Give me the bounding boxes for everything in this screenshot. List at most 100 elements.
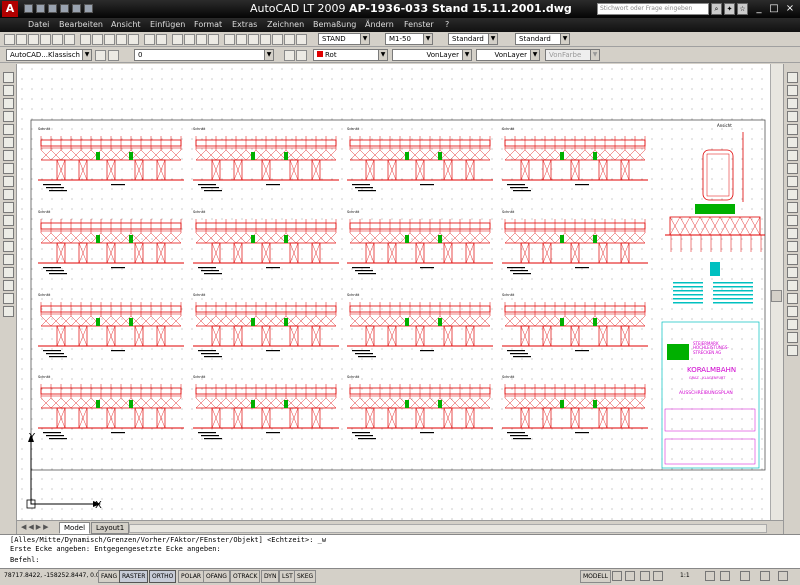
menu-item-8[interactable]: Ändern <box>365 20 394 29</box>
lock-icon[interactable] <box>740 571 750 581</box>
break-at-point-icon[interactable] <box>787 215 798 226</box>
status-tray-settings-icon[interactable] <box>760 571 770 581</box>
chamfer-icon[interactable] <box>787 254 798 265</box>
copy-object-icon[interactable] <box>787 85 798 96</box>
make-current-layer-icon[interactable] <box>284 50 295 61</box>
status-toggle-polar[interactable]: POLAR <box>178 570 205 583</box>
minimize-button[interactable]: _ <box>752 2 766 15</box>
help-icon[interactable] <box>296 34 307 45</box>
menu-item-5[interactable]: Extras <box>232 20 257 29</box>
favorites-icon[interactable]: ☆ <box>737 3 748 15</box>
zoom-window-icon[interactable] <box>196 34 207 45</box>
publish-icon[interactable] <box>64 34 75 45</box>
tab-nav-arrows-icon[interactable]: ◀◀▶▶ <box>21 523 51 531</box>
tab-layout1[interactable]: Layout1 <box>91 522 130 534</box>
menu-item-9[interactable]: Fenster <box>404 20 434 29</box>
ellipse-icon[interactable] <box>3 189 14 200</box>
multileader-style-dropdown[interactable]: Standard ▼ <box>515 33 570 45</box>
stretch-icon[interactable] <box>787 176 798 187</box>
quick-view-layouts-icon[interactable] <box>612 571 622 581</box>
extend-icon[interactable] <box>787 202 798 213</box>
tool-palettes-icon[interactable] <box>248 34 259 45</box>
annotation-scale[interactable]: 1:1 <box>680 572 690 579</box>
status-toggle-ortho[interactable]: ORTHO <box>149 570 177 583</box>
markup-icon[interactable] <box>272 34 283 45</box>
dim-aligned-icon[interactable] <box>787 306 798 317</box>
rotate-icon[interactable] <box>787 150 798 161</box>
hatch-icon[interactable] <box>3 254 14 265</box>
plot-icon[interactable] <box>40 34 51 45</box>
menu-item-0[interactable]: Datei <box>28 20 49 29</box>
color-dropdown[interactable]: Rot ▼ <box>313 49 388 61</box>
region-icon[interactable] <box>3 280 14 291</box>
move-icon[interactable] <box>787 137 798 148</box>
trim-icon[interactable] <box>787 189 798 200</box>
plot-preview-icon[interactable] <box>52 34 63 45</box>
copy-icon[interactable] <box>92 34 103 45</box>
command-prompt[interactable]: Befehl: <box>10 556 790 565</box>
menu-item-2[interactable]: Ansicht <box>111 20 141 29</box>
redo-icon[interactable] <box>84 4 93 13</box>
menu-item-4[interactable]: Format <box>194 20 222 29</box>
menu-item-7[interactable]: Bemaßung <box>313 20 356 29</box>
explode-icon[interactable] <box>787 280 798 291</box>
rectangle-icon[interactable] <box>3 124 14 135</box>
insert-block-icon[interactable] <box>3 215 14 226</box>
horizontal-scrollbar[interactable] <box>129 524 767 533</box>
help-search-input[interactable]: Stichwort oder Frage eingeben <box>597 3 709 15</box>
menu-item-6[interactable]: Zeichnen <box>267 20 304 29</box>
text-style-dropdown[interactable]: STAND ▼ <box>318 33 370 45</box>
status-toggle-fang[interactable]: FANG <box>98 570 121 583</box>
menu-item-3[interactable]: Einfügen <box>150 20 185 29</box>
sheet-set-icon[interactable] <box>260 34 271 45</box>
maximize-button[interactable]: □ <box>767 2 781 15</box>
pan-icon[interactable] <box>172 34 183 45</box>
block-editor-icon[interactable] <box>128 34 139 45</box>
ellipse-arc-icon[interactable] <box>3 202 14 213</box>
layer-previous-icon[interactable] <box>296 50 307 61</box>
drawing-canvas[interactable]: Schnitt Schnitt Schnitt Schnitt Schnitt Schni… <box>17 64 770 520</box>
close-button[interactable]: × <box>783 2 797 15</box>
dim-style-dropdown[interactable]: M1-50 ▼ <box>385 33 433 45</box>
table-style-dropdown[interactable]: Standard ▼ <box>448 33 498 45</box>
workspace-switch-icon[interactable] <box>720 571 730 581</box>
model-space-button[interactable]: MODELL <box>580 570 611 583</box>
undo-icon[interactable] <box>72 4 81 13</box>
undo-tool-icon[interactable] <box>144 34 155 45</box>
status-toggle-dyn[interactable]: DYN <box>261 570 280 583</box>
pan-status-icon[interactable] <box>640 571 650 581</box>
match-properties-icon[interactable] <box>116 34 127 45</box>
workspace-settings-icon[interactable] <box>95 50 106 61</box>
menu-item-1[interactable]: Bearbeiten <box>59 20 103 29</box>
print-icon[interactable] <box>60 4 69 13</box>
break-icon[interactable] <box>787 228 798 239</box>
revision-cloud-icon[interactable] <box>3 163 14 174</box>
zoom-previous-icon[interactable] <box>208 34 219 45</box>
search-icon[interactable]: ⌕ <box>711 3 722 15</box>
linetype-dropdown[interactable]: VonLayer ▼ <box>392 49 472 61</box>
calculator-icon[interactable] <box>284 34 295 45</box>
open-file-icon[interactable] <box>36 4 45 13</box>
tab-model[interactable]: Model <box>59 522 91 534</box>
table-icon[interactable] <box>3 293 14 304</box>
polygon-icon[interactable] <box>3 111 14 122</box>
polyline-icon[interactable] <box>3 98 14 109</box>
point-icon[interactable] <box>3 241 14 252</box>
construction-line-icon[interactable] <box>3 85 14 96</box>
communication-center-icon[interactable]: ✦ <box>724 3 735 15</box>
menu-item-10[interactable]: ? <box>445 20 449 29</box>
array-icon[interactable] <box>787 124 798 135</box>
paste-icon[interactable] <box>104 34 115 45</box>
make-block-icon[interactable] <box>3 228 14 239</box>
save-icon[interactable] <box>28 34 39 45</box>
join-icon[interactable] <box>787 241 798 252</box>
layer-manager-icon[interactable] <box>108 50 119 61</box>
dim-arc-icon[interactable] <box>787 319 798 330</box>
zoom-status-icon[interactable] <box>653 571 663 581</box>
annotation-visibility-icon[interactable] <box>705 571 715 581</box>
quick-view-drawings-icon[interactable] <box>625 571 635 581</box>
dim-angular-icon[interactable] <box>787 345 798 356</box>
circle-icon[interactable] <box>3 150 14 161</box>
gradient-icon[interactable] <box>3 267 14 278</box>
workspace-dropdown[interactable]: AutoCAD...Klassisch ▼ <box>6 49 92 61</box>
